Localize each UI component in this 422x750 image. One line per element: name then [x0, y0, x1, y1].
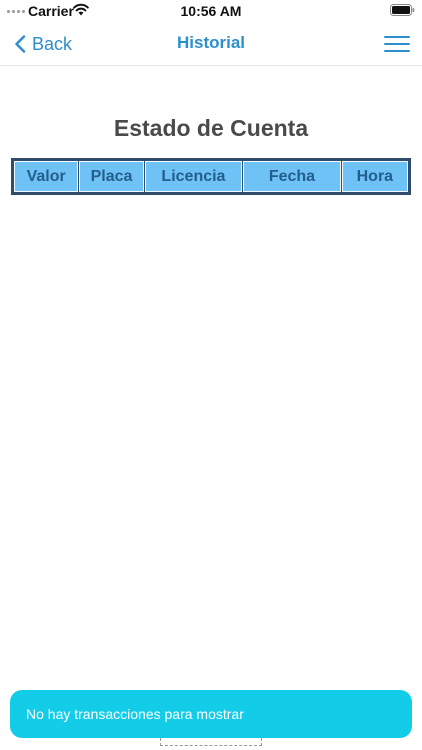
navigation-bar: Back Historial: [0, 22, 422, 66]
column-header-hora: Hora: [341, 161, 408, 192]
table-header-row: Valor Placa Licencia Fecha Hora: [14, 161, 408, 192]
battery-icon: [390, 4, 415, 16]
page-title: Estado de Cuenta: [113, 115, 309, 141]
hamburger-menu-icon[interactable]: [384, 34, 410, 54]
column-header-placa: Placa: [79, 161, 144, 192]
toast-message: No hay transacciones para mostrar: [26, 706, 244, 722]
empty-state-toast: No hay transacciones para mostrar: [10, 690, 412, 738]
column-header-licencia: Licencia: [144, 161, 243, 192]
column-header-fecha: Fecha: [243, 161, 341, 192]
status-time: 10:56 AM: [180, 3, 242, 19]
nav-title: Historial: [176, 33, 246, 52]
status-bar: Carrier 10:56 AM: [0, 0, 422, 22]
column-header-valor: Valor: [14, 161, 79, 192]
transactions-table: Valor Placa Licencia Fecha Hora: [11, 158, 411, 195]
home-indicator: [160, 738, 262, 746]
